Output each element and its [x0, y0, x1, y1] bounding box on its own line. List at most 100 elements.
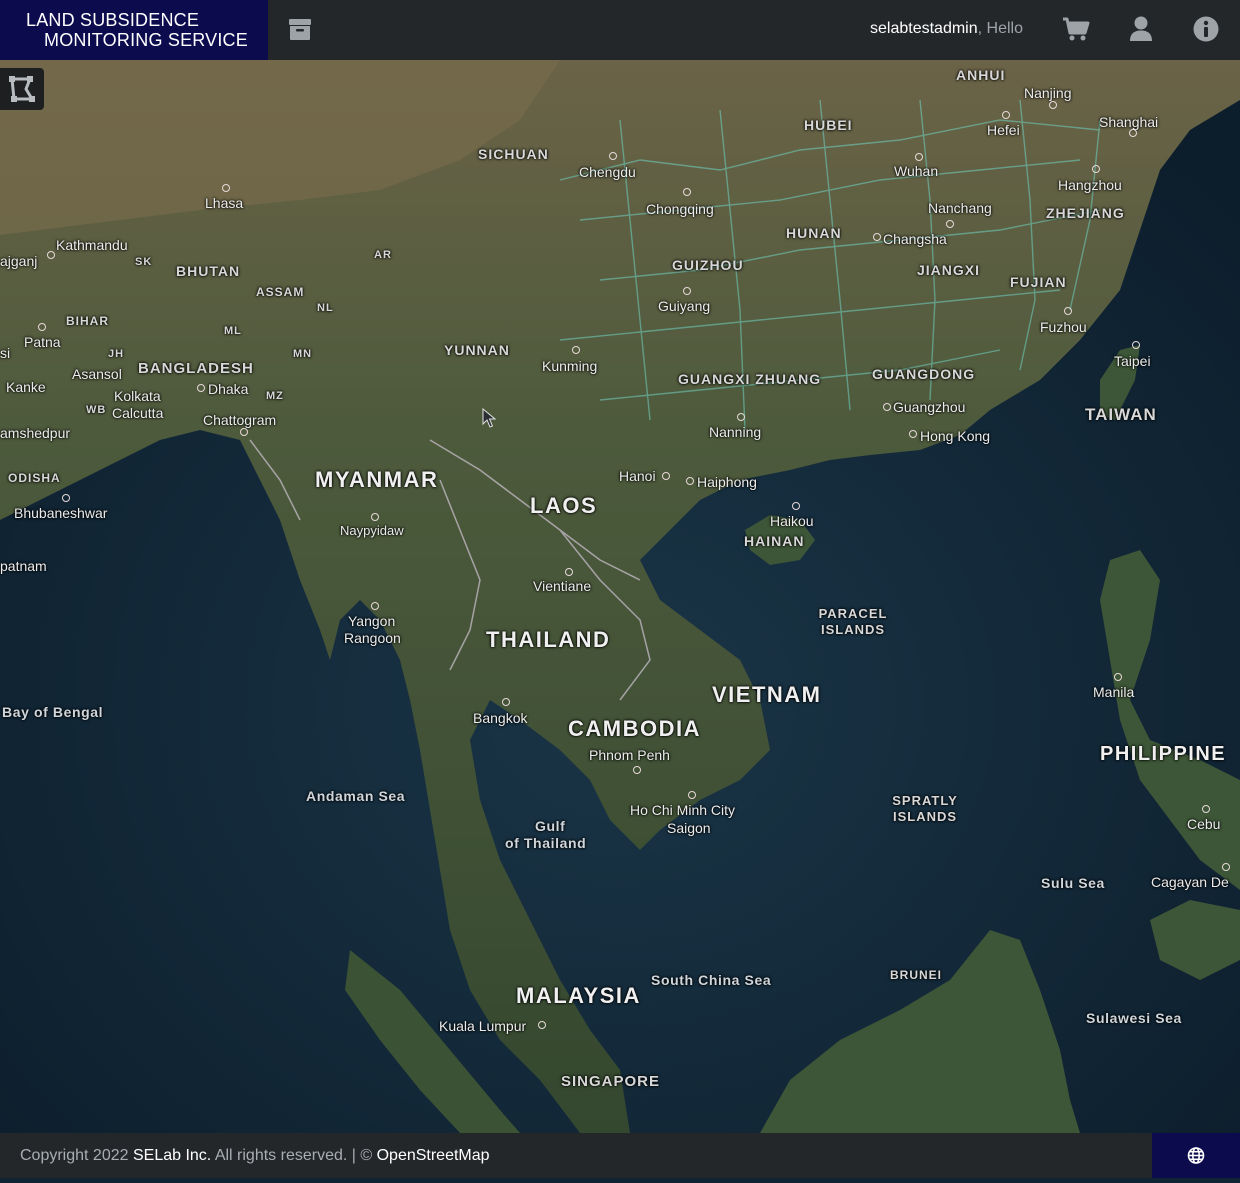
map-label-kanke: Kanke	[6, 379, 46, 395]
city-marker	[565, 568, 573, 576]
map-label-mn: MN	[293, 348, 313, 360]
city-marker	[62, 494, 70, 502]
city-marker	[633, 766, 641, 774]
map-label-dhaka: Dhaka	[208, 381, 249, 397]
cart-icon	[1063, 17, 1090, 41]
archive-button[interactable]	[286, 16, 314, 42]
map-label-cagayan-de-oro: Cagayan De	[1151, 874, 1229, 890]
map-view[interactable]: MYANMAR LAOS THAILAND VIETNAM CAMBODIA M…	[0, 60, 1240, 1133]
user-button[interactable]	[1126, 14, 1156, 44]
map-label-ar: AR	[374, 249, 392, 261]
map-label-jiangxi: JIANGXI	[917, 262, 981, 278]
map-label-yunnan: YUNNAN	[444, 342, 510, 358]
map-label-guangzhou: Guangzhou	[893, 399, 966, 415]
rights-text: All rights reserved. | ©	[211, 1147, 377, 1164]
map-label-bangkok: Bangkok	[473, 710, 528, 726]
map-label-phnom-penh: Phnom Penh	[589, 747, 670, 763]
language-button[interactable]	[1152, 1133, 1240, 1178]
map-label-guizhou: GUIZHOU	[672, 257, 744, 273]
map-label-jamshedpur: amshedpur	[0, 425, 71, 441]
copyright-text: Copyright 2022 SELab Inc. All rights res…	[20, 1147, 490, 1165]
city-marker	[240, 428, 248, 436]
city-marker	[1202, 805, 1210, 813]
app-brand[interactable]: LAND SUBSIDENCE MONITORING SERVICE	[0, 0, 268, 60]
openstreetmap-link[interactable]: OpenStreetMap	[377, 1147, 490, 1164]
map-label-guiyang: Guiyang	[658, 298, 711, 314]
map-label-mz: MZ	[266, 390, 284, 402]
user-icon	[1130, 16, 1152, 41]
map-label-philippines: PHILIPPINE	[1100, 743, 1227, 765]
city-marker	[662, 472, 670, 480]
top-navbar: LAND SUBSIDENCE MONITORING SERVICE selab…	[0, 0, 1240, 60]
city-marker	[47, 251, 55, 259]
map-label-lhasa: Lhasa	[205, 195, 244, 211]
map-label-vientiane: Vientiane	[533, 578, 592, 594]
map-label-andaman-sea: Andaman Sea	[306, 788, 406, 804]
map-label-kunming: Kunming	[542, 358, 598, 374]
city-marker	[1222, 863, 1230, 871]
map-label-city-fragment: si	[0, 345, 11, 361]
mouse-cursor-icon	[482, 408, 496, 428]
city-marker	[1132, 341, 1140, 349]
map-label-cebu: Cebu	[1187, 816, 1221, 832]
map-label-hangzhou: Hangzhou	[1058, 177, 1122, 193]
map-label-taiwan: TAIWAN	[1085, 405, 1157, 424]
map-label-guangxi-zhuang: GUANGXI ZHUANG	[678, 371, 822, 387]
city-marker	[683, 287, 691, 295]
map-label-brunei: BRUNEI	[890, 968, 943, 982]
city-marker	[1064, 307, 1072, 315]
map-label-wb: WB	[86, 404, 107, 416]
map-label-spratly-islands: SPRATLY ISLANDS	[892, 793, 958, 824]
cart-button[interactable]	[1061, 14, 1091, 44]
info-button[interactable]	[1191, 14, 1221, 44]
city-marker	[1114, 673, 1122, 681]
archive-icon	[289, 19, 311, 40]
city-marker	[1002, 111, 1010, 119]
greeting-suffix: , Hello	[977, 20, 1023, 37]
city-marker	[688, 791, 696, 799]
map-label-chengdu: Chengdu	[579, 164, 636, 180]
map-label-gulf: Gulf	[535, 818, 566, 834]
map-label-bay-of-bengal: Bay of Bengal	[2, 704, 104, 720]
company-link[interactable]: SELab Inc.	[133, 1147, 211, 1164]
map-label-haikou: Haikou	[770, 513, 814, 529]
map-label-sulu-sea: Sulu Sea	[1041, 875, 1105, 891]
app-title-line2: MONITORING SERVICE	[44, 30, 248, 50]
city-marker	[873, 233, 881, 241]
map-label-asansol: Asansol	[72, 366, 122, 382]
map-label-kathmandu: Kathmandu	[56, 237, 128, 253]
map-label-chattogram: Chattogram	[203, 412, 277, 428]
globe-icon	[1187, 1147, 1205, 1164]
city-marker	[686, 477, 694, 485]
city-marker	[1049, 101, 1057, 109]
map-label-sk: SK	[135, 256, 153, 268]
map-label-odisha: ODISHA	[8, 471, 61, 485]
map-label-bangladesh: BANGLADESH	[138, 360, 254, 377]
map-label-south-china-sea: South China Sea	[651, 972, 772, 988]
map-label-ho-chi-minh-city: Ho Chi Minh City	[630, 802, 736, 818]
draw-polygon-button[interactable]	[0, 68, 44, 110]
city-marker	[946, 220, 954, 228]
city-marker	[371, 513, 379, 521]
map-label-laos: LAOS	[530, 493, 598, 518]
map-label-fuzhou: Fuzhou	[1040, 319, 1087, 335]
map-label-kuala-lumpur: Kuala Lumpur	[439, 1018, 527, 1034]
map-label-biratnagar: ajganj	[0, 253, 38, 269]
info-icon	[1193, 16, 1219, 42]
map-label-hubei: HUBEI	[804, 117, 853, 133]
map-label-of-thailand: of Thailand	[505, 835, 587, 851]
map-label-nanning: Nanning	[709, 424, 762, 440]
map-label-rangoon: Rangoon	[344, 630, 401, 646]
city-marker	[883, 403, 891, 411]
city-marker	[609, 152, 617, 160]
map-label-yangon: Yangon	[348, 613, 396, 629]
map-label-assam: ASSAM	[256, 285, 305, 299]
map-label-nl: NL	[317, 302, 334, 314]
map-label-calcutta: Calcutta	[112, 405, 164, 421]
map-label-nanjing: Nanjing	[1024, 85, 1072, 101]
copyright-prefix: Copyright 2022	[20, 1147, 133, 1164]
app-title-line1: LAND SUBSIDENCE	[26, 10, 200, 30]
map-label-guangdong: GUANGDONG	[872, 366, 976, 382]
map-label-malaysia: MALAYSIA	[516, 983, 641, 1008]
city-marker	[915, 153, 923, 161]
